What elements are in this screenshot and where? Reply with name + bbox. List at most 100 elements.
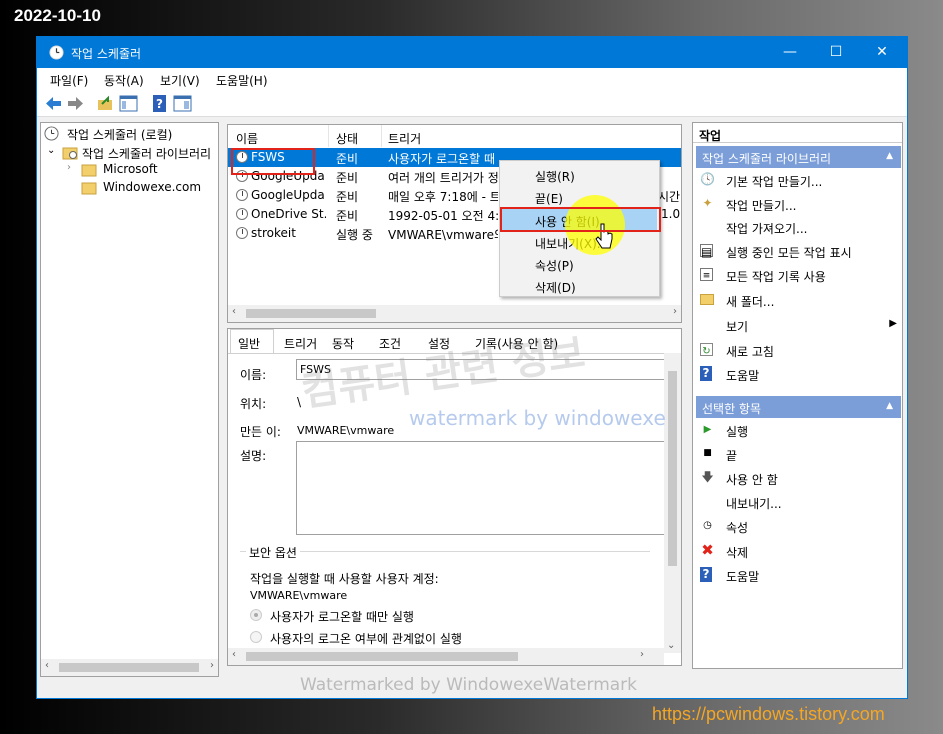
- action-create-basic-task[interactable]: 🕓 기본 작업 만들기...: [696, 169, 901, 191]
- action-disable[interactable]: 🡇 사용 안 함: [696, 467, 901, 489]
- radio-logon-only-label: 사용자가 로그온할 때만 실행: [270, 610, 414, 624]
- collapse-triangle-icon[interactable]: ▲: [886, 151, 893, 161]
- action-label: 작업 만들기...: [726, 199, 797, 213]
- tab-actions[interactable]: 동작: [332, 335, 354, 352]
- back-arrow-icon[interactable]: [44, 94, 63, 113]
- help-icon: ?: [700, 366, 712, 381]
- action-help-library[interactable]: ? 도움말: [696, 363, 901, 385]
- actions-pane: 작업 작업 스케줄러 라이브러리 ▲ 🕓 기본 작업 만들기... ✦ 작업 만…: [692, 122, 903, 669]
- run-icon: ▶: [703, 424, 712, 435]
- expand-chevron-icon[interactable]: ›: [67, 162, 71, 173]
- action-refresh[interactable]: ↻ 새로 고침: [696, 339, 901, 361]
- action-label: 사용 안 함: [726, 473, 778, 487]
- action-label: 실행: [726, 425, 749, 439]
- task-status: 준비: [336, 190, 359, 204]
- radio-logon-only[interactable]: [250, 609, 262, 621]
- action-label: 보기: [726, 320, 749, 334]
- tree-folder-label: Windowexe.com: [103, 180, 202, 194]
- action-end[interactable]: ■ 끝: [696, 443, 901, 465]
- details-horizontal-scrollbar[interactable]: ‹ ›: [228, 648, 664, 665]
- security-options-title: 보안 옵션: [246, 544, 300, 561]
- tree-horizontal-scrollbar[interactable]: ‹ ›: [41, 659, 218, 676]
- column-header-name[interactable]: 이름: [236, 130, 258, 147]
- watermark-english: watermark by windowexe: [409, 406, 666, 430]
- context-delete[interactable]: 삭제(D): [502, 275, 657, 297]
- task-name: GoogleUpda...: [251, 188, 326, 202]
- action-help-selected[interactable]: ? 도움말: [696, 564, 901, 586]
- actions-section-library[interactable]: 작업 스케줄러 라이브러리 ▲: [696, 146, 901, 168]
- collapse-chevron-icon[interactable]: ⌄: [47, 145, 55, 156]
- close-button[interactable]: ✕: [859, 37, 905, 68]
- up-folder-icon[interactable]: [96, 94, 115, 113]
- tab-general[interactable]: 일반: [238, 335, 260, 352]
- action-pane-icon[interactable]: [173, 94, 192, 113]
- action-run[interactable]: ▶ 실행: [696, 419, 901, 441]
- description-field[interactable]: [296, 441, 666, 535]
- actions-pane-title: 작업: [693, 123, 902, 143]
- collapse-triangle-icon[interactable]: ▲: [886, 401, 893, 411]
- history-icon: ≡: [700, 268, 713, 281]
- task-trigger: 여러 개의 트리거가 정: [388, 171, 498, 185]
- task-clock-icon: [236, 189, 248, 201]
- context-run[interactable]: 실행(R): [502, 164, 657, 186]
- column-header-status[interactable]: 상태: [336, 130, 358, 147]
- show-hide-console-icon[interactable]: [119, 94, 138, 113]
- action-delete[interactable]: ✖ 삭제: [696, 540, 901, 562]
- action-enable-history[interactable]: ≡ 모든 작업 기록 사용: [696, 264, 901, 286]
- menu-action[interactable]: 동작(A): [104, 72, 144, 89]
- task-list-horizontal-scrollbar[interactable]: ‹ ›: [228, 305, 681, 322]
- refresh-icon: ↻: [700, 343, 713, 357]
- column-header-trigger[interactable]: 트리거: [388, 130, 421, 147]
- section-selected-title: 선택한 항목: [702, 402, 762, 416]
- menu-help[interactable]: 도움말(H): [216, 72, 268, 89]
- action-label: 새로 고침: [726, 345, 774, 359]
- account-prompt: 작업을 실행할 때 사용할 사용자 계정:: [250, 572, 439, 586]
- help-toolbar-icon[interactable]: ?: [150, 94, 169, 113]
- actions-section-selected[interactable]: 선택한 항목 ▲: [696, 396, 901, 418]
- submenu-arrow-icon: ▶: [889, 318, 897, 329]
- action-new-folder[interactable]: 새 폴더...: [696, 289, 901, 311]
- title-bar: 작업 스케줄러 — ☐ ✕: [37, 37, 907, 68]
- folder-icon: [81, 182, 97, 195]
- tree-library-label: 작업 스케줄러 라이브러리: [82, 147, 212, 161]
- action-label: 삭제: [726, 546, 749, 560]
- forward-arrow-icon[interactable]: [66, 94, 85, 113]
- action-show-running-tasks[interactable]: ▤ 실행 중인 모든 작업 표시: [696, 240, 901, 262]
- context-run-label: 실행(R): [535, 170, 575, 184]
- task-trigger: VMWARE\vmware의: [388, 228, 498, 242]
- menu-file[interactable]: 파일(F): [50, 72, 88, 89]
- running-tasks-icon: ▤: [700, 244, 713, 259]
- action-view[interactable]: 보기 ▶: [696, 314, 901, 336]
- task-trigger: 1992-05-01 오전 4:0: [388, 209, 498, 223]
- action-label: 속성: [726, 521, 749, 535]
- section-library-title: 작업 스케줄러 라이브러리: [702, 152, 832, 166]
- menu-view[interactable]: 보기(V): [160, 72, 200, 89]
- action-label: 기본 작업 만들기...: [726, 175, 823, 189]
- action-create-task[interactable]: ✦ 작업 만들기...: [696, 193, 901, 215]
- context-end-label: 끝(E): [535, 192, 563, 206]
- radio-logon-any[interactable]: [250, 631, 262, 643]
- context-properties[interactable]: 속성(P): [502, 253, 657, 275]
- maximize-button[interactable]: ☐: [813, 37, 859, 68]
- action-label: 도움말: [726, 369, 760, 383]
- action-export[interactable]: 내보내기...: [696, 491, 901, 513]
- action-label: 도움말: [726, 570, 760, 584]
- action-import-task[interactable]: 작업 가져오기...: [696, 216, 901, 238]
- properties-icon: ◷: [703, 520, 712, 531]
- action-label: 내보내기...: [726, 497, 782, 511]
- toolbar: ?: [37, 90, 907, 117]
- tree-root-label: 작업 스케줄러 (로컬): [67, 128, 173, 142]
- clock-app-icon: [49, 45, 64, 60]
- disable-icon: 🡇: [701, 470, 714, 484]
- site-url: https://pcwindows.tistory.com: [652, 704, 885, 724]
- action-label: 모든 작업 기록 사용: [726, 270, 826, 284]
- watermark-bottom: Watermarked by WindowexeWatermark: [300, 675, 638, 695]
- author-value: VMWARE\vmware: [297, 424, 395, 437]
- highlight-box-task: [231, 148, 315, 175]
- action-properties[interactable]: ◷ 속성: [696, 515, 901, 537]
- task-status: 준비: [336, 152, 359, 166]
- stop-icon: ■: [703, 448, 712, 458]
- details-vertical-scrollbar[interactable]: ⌄: [664, 353, 681, 653]
- tab-triggers[interactable]: 트리거: [284, 335, 317, 352]
- minimize-button[interactable]: —: [767, 37, 813, 68]
